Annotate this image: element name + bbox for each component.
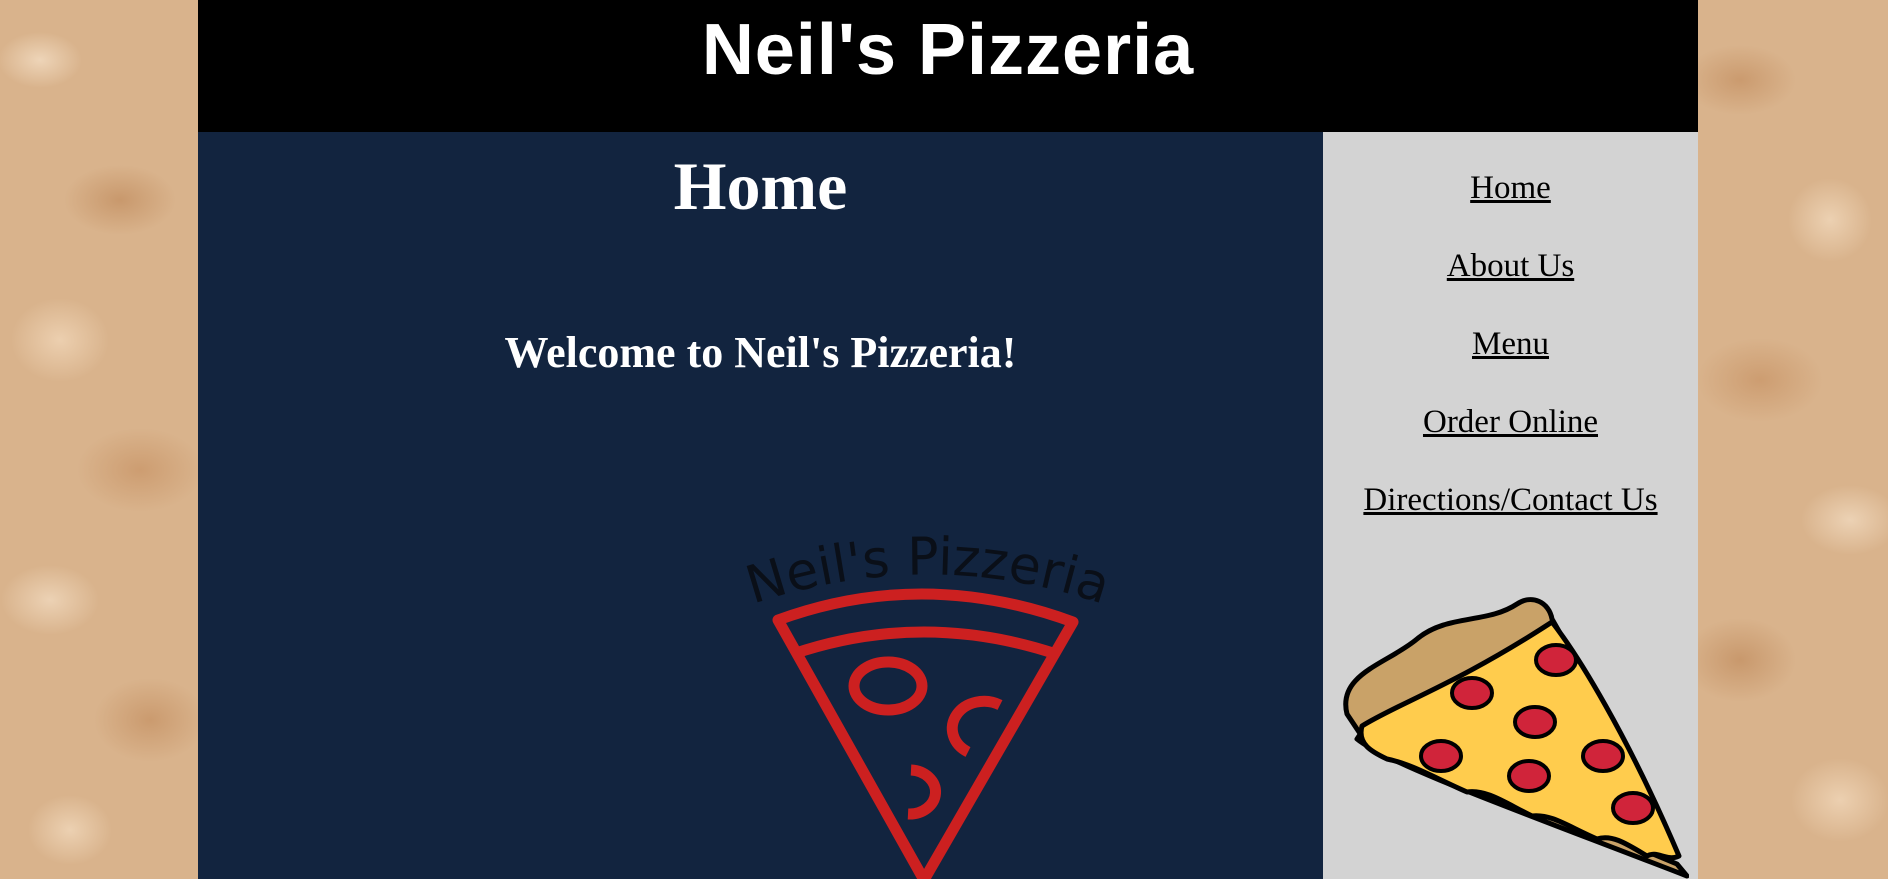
main-nav: Home About Us Menu Order Online Directio… bbox=[1323, 168, 1698, 558]
site-title: Neil's Pizzeria bbox=[701, 10, 1195, 90]
nav-link-menu[interactable]: Menu bbox=[1323, 324, 1698, 364]
welcome-heading: Welcome to Neil's Pizzeria! bbox=[504, 328, 1017, 377]
logo-text: Neil's Pizzeria bbox=[739, 527, 1117, 616]
sidebar: Home About Us Menu Order Online Directio… bbox=[1323, 132, 1698, 879]
site-header: Neil's Pizzeria bbox=[198, 0, 1698, 132]
nav-link-order-online[interactable]: Order Online bbox=[1323, 402, 1698, 442]
pizza-slice-outline-icon bbox=[772, 588, 1079, 879]
nav-link-home[interactable]: Home bbox=[1323, 168, 1698, 208]
nav-link-directions-contact[interactable]: Directions/Contact Us bbox=[1323, 480, 1698, 520]
page-container: Neil's Pizzeria Home Welcome to Neil's P… bbox=[198, 0, 1698, 879]
main-content: Home Welcome to Neil's Pizzeria! Neil's … bbox=[198, 132, 1323, 879]
pizzeria-logo: Neil's Pizzeria bbox=[739, 527, 1117, 879]
nav-link-about-us[interactable]: About Us bbox=[1323, 246, 1698, 286]
page-title: Home bbox=[673, 148, 848, 224]
pepperoni-pizza-slice-icon bbox=[1343, 597, 1689, 879]
